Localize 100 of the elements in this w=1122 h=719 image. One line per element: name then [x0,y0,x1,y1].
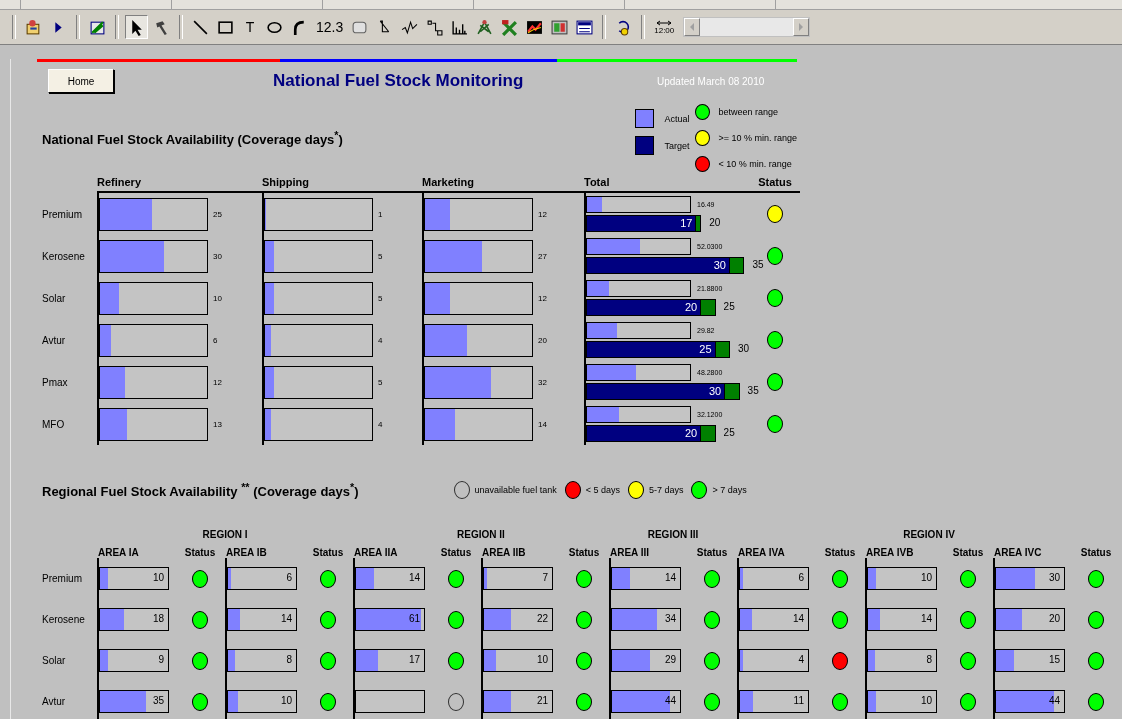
bar-value: 61 [408,613,420,624]
row-label: Kerosene [42,249,86,264]
area-header: AREA IVA [737,547,786,558]
target-bar: 30 [586,383,726,400]
bar-value: 7 [542,572,548,583]
bar-value: 10 [920,572,932,583]
column-header: Shipping [262,176,311,190]
row-label: Premium [42,207,83,222]
bar-value: 35 [152,695,164,706]
double-arrow-icon [656,19,673,26]
range-value: 25 [723,427,735,438]
column-header: Status [823,547,857,558]
bar-value: 20 [1048,613,1060,624]
area-header: AREA IVC [993,547,1043,558]
bar-value: 15 [1048,654,1060,665]
area-header: AREA IB [225,547,268,558]
toolbar-button[interactable] [125,15,148,39]
legend-label: 5-7 days [648,485,684,495]
bar-value: 22 [536,613,548,624]
bar-value: 10 [536,654,548,665]
target-bar: 20 [586,299,702,316]
bar-value: 44 [1048,695,1060,706]
bar-value: 10 [213,293,222,303]
row-label: Avtur [42,695,67,709]
bar-value: 14 [792,613,804,624]
area-header: AREA IIB [481,547,527,558]
bar-value: 21 [536,695,548,706]
legend-label: > 7 days [712,485,747,495]
bar-value: 20 [538,335,547,345]
column-header: Status [1079,547,1113,558]
area-header: AREA IIA [353,547,399,558]
bar-value: 29 [664,654,676,665]
bar-value: 13 [213,419,222,429]
toolbar-button[interactable]: T [239,15,261,39]
row-label: Kerosene [42,613,86,627]
display-icon [551,18,569,36]
target-bar: 25 [586,341,716,358]
section-heading: National Fuel Stock Availability (Coverage days$^{*}$) [42,128,343,148]
bar-value: 30 [1048,572,1060,583]
row-label: Pmax [42,375,69,390]
step-line-icon [426,18,444,36]
section-heading: Regional Fuel Stock Availability $^{**}$ (Coverage days$^{*}$) [42,480,359,500]
home-button[interactable]: Home [48,69,114,93]
toolbar-button[interactable]: 12:00 [651,15,678,39]
row-label: Solar [42,291,67,306]
plant-icon [476,18,494,36]
bar-value: 4 [378,419,383,429]
bar-value: 44 [664,695,676,706]
region-header: REGION I [202,529,248,540]
sparkline-icon [401,18,419,36]
bar-value: 10 [280,695,292,706]
bar-value: 1 [378,209,383,219]
legend-label: Actual [664,113,690,124]
bar-chart-icon [451,18,469,36]
bar-value: 9 [158,654,164,665]
range-value: 35 [752,259,764,270]
bar-value: 27 [538,251,547,261]
column-header: Status [311,547,345,558]
bar-value: 25 [213,209,222,219]
bar-value: 12 [538,209,547,219]
row-label: Premium [42,572,83,586]
bar-value: 34 [664,613,676,624]
target-bar: 20 [586,425,702,442]
trend-chart-icon [526,18,544,36]
area-header: AREA III [609,547,651,558]
bar-value: 5 [378,251,383,261]
bar-value: 12 [213,377,222,387]
row-label: MFO [42,417,66,432]
bar-value: 14 [538,419,547,429]
bar-value: 32 [538,377,547,387]
legend-label: unavailable fuel tank [474,485,557,495]
bar-value: 10 [152,572,164,583]
region-header: REGION III [647,529,699,540]
target-bar: 30 [586,257,730,274]
bar-value: 8 [926,654,932,665]
target-bar: 17 [586,215,697,232]
legend-label: >= 10 % min. range [718,133,797,143]
legend-label: between range [718,107,778,117]
column-header: Status [183,547,217,558]
range-value: 30 [738,343,750,354]
bar-value: 6 [798,572,804,583]
column-header: Total [584,176,611,190]
panel-icon [576,18,594,36]
bar-value: 4 [378,335,383,345]
bar-value: 18 [152,613,164,624]
bar-value: 4 [798,654,804,665]
column-header: Status [757,176,793,190]
bar-value: 6 [213,335,218,345]
hammer-icon [153,18,170,36]
bar-value: 5 [378,377,383,387]
toolbar-button[interactable]: 12.3 [313,15,347,39]
tools-icon [501,18,519,36]
column-header: Status [951,547,985,558]
bar-value: 14 [280,613,292,624]
bar-value: 11 [793,695,804,706]
area-header: AREA IA [97,547,140,558]
region-header: REGION II [457,529,505,540]
updated-date: Updated March 08 2010 [657,75,765,87]
range-value: 25 [723,301,735,312]
bar-value: 30 [213,251,222,261]
